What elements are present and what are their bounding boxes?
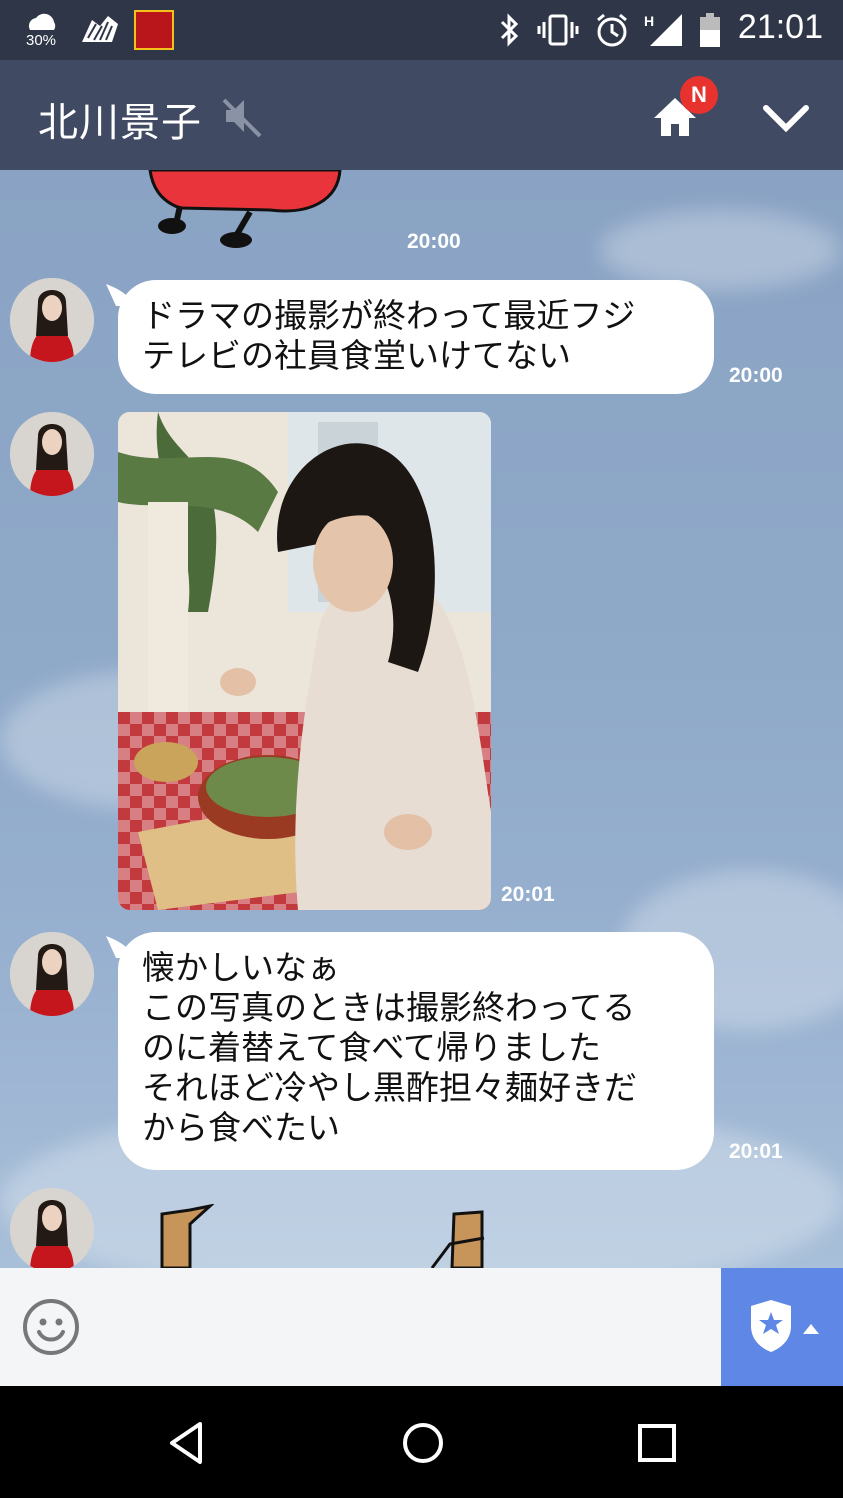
avatar-image	[10, 412, 94, 496]
notification-badge: N	[680, 76, 718, 114]
svg-text:H: H	[644, 13, 654, 29]
home-button-icon[interactable]	[396, 1416, 450, 1470]
notification-app-icon	[134, 10, 174, 50]
message-text: ドラマの撮影が終わって最近フジ テレビの社員食堂いけてない	[142, 296, 636, 375]
chat-area[interactable]: 20:00 ドラマの撮影が終わって最近フジ テレビの社員食堂いけてない 20:0…	[0, 170, 843, 1268]
message-text: 懐かしいなぁ この写真のときは撮影終わってる のに着替えて食べて帰りました それ…	[142, 948, 637, 1147]
avatar[interactable]	[10, 278, 94, 362]
bubble-tail	[106, 936, 136, 958]
avatar-image	[10, 932, 94, 1016]
chevron-down-icon[interactable]	[760, 96, 812, 140]
recents-icon[interactable]	[630, 1416, 684, 1470]
avatar[interactable]	[10, 1188, 94, 1268]
navigation-bar	[0, 1386, 843, 1498]
bluetooth-icon	[500, 13, 519, 47]
message-input[interactable]	[100, 1288, 704, 1368]
message-time: 20:00	[729, 364, 783, 387]
background-cloud	[600, 210, 840, 290]
chat-title: 北川景子	[38, 100, 202, 146]
message-time: 20:00	[407, 230, 461, 253]
back-icon[interactable]	[160, 1416, 214, 1470]
alarm-icon	[597, 13, 627, 47]
avatar[interactable]	[10, 932, 94, 1016]
battery-icon	[700, 13, 720, 47]
photo-image	[118, 412, 491, 910]
chat-header: 北川景子 N	[0, 60, 843, 170]
avatar-image	[10, 1188, 94, 1268]
message-time: 20:01	[729, 1140, 783, 1163]
sticker[interactable]	[140, 170, 350, 250]
mute-icon	[222, 98, 262, 138]
message-input-bar	[0, 1268, 843, 1386]
sticker-button[interactable]	[721, 1268, 843, 1386]
weather-percent: 30%	[26, 32, 57, 49]
message-bubble[interactable]: 懐かしいなぁ この写真のときは撮影終わってる のに着替えて食べて帰りました それ…	[106, 932, 714, 1170]
sticker[interactable]	[150, 1204, 500, 1268]
avatar[interactable]	[10, 412, 94, 496]
shield-star-icon	[751, 1300, 819, 1352]
photo-message[interactable]	[118, 412, 491, 910]
vibrate-icon	[537, 14, 579, 46]
message-bubble[interactable]: ドラマの撮影が終わって最近フジ テレビの社員食堂いけてない	[106, 280, 714, 394]
signal-icon: H	[644, 13, 682, 46]
zebra-app-icon	[82, 16, 118, 42]
message-time: 20:01	[501, 883, 555, 906]
emoji-icon[interactable]	[22, 1298, 80, 1356]
avatar-image	[10, 278, 94, 362]
status-bar: 30% H 21:01	[0, 0, 843, 60]
bubble-tail	[106, 284, 136, 306]
clock: 21:01	[737, 8, 823, 46]
system-icons: H	[496, 12, 722, 48]
